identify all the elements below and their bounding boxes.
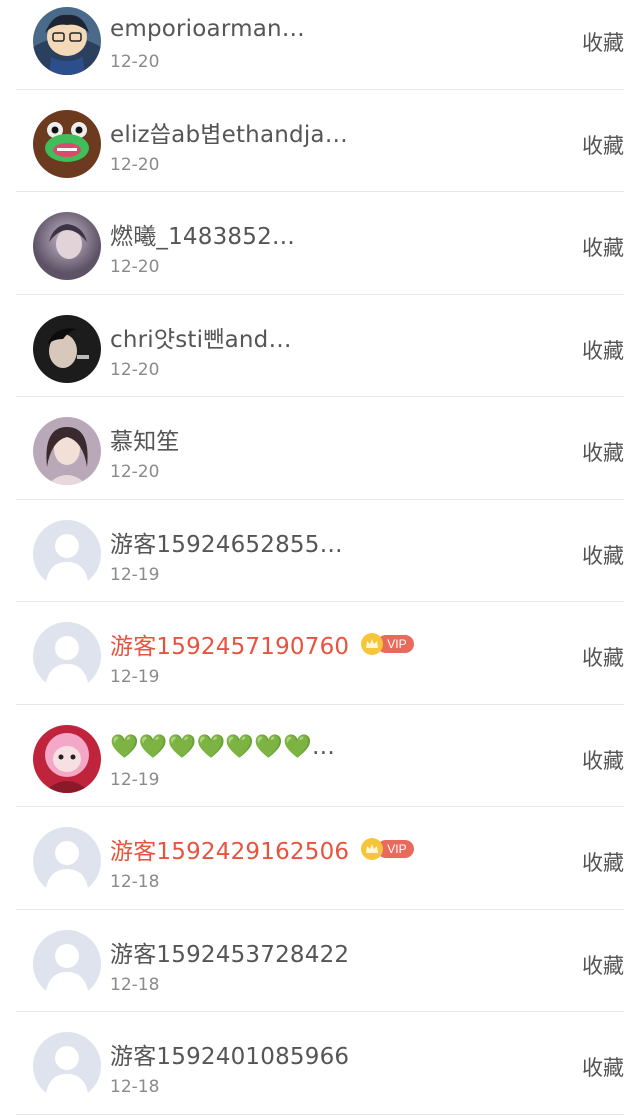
name-line: 游客1592429162506 VIP [110,832,414,866]
user-name[interactable]: 游客1592429162506 [110,832,349,866]
name-line: 游客15924652855… [110,525,343,559]
vip-badge: VIP [361,633,414,655]
date-label: 12-18 [110,872,160,892]
user-name[interactable]: 💚💚💚💚💚💚💚… [110,733,335,760]
favorite-button[interactable]: 收藏 [582,847,624,877]
name-line: 燃曦_1483852… [110,217,295,251]
date-label: 12-19 [110,667,160,687]
list-item[interactable]: 游客1592457190760 VIP 12-19 收藏 [16,602,624,705]
name-line: chri얏sti뺀and… [110,320,292,354]
default-avatar[interactable] [33,1032,101,1100]
name-line: eliz씁ab볍ethandja… [110,115,348,149]
crown-icon [361,633,384,655]
list-item[interactable]: 游客1592401085966 12-18 收藏 [16,1012,624,1115]
date-label: 12-19 [110,769,160,790]
favorite-button[interactable]: 收藏 [582,437,624,467]
list-item[interactable]: 游客1592429162506 VIP 12-18 收藏 [16,807,624,910]
user-name[interactable]: emporioarman… [110,16,305,42]
user-name[interactable]: 燃曦_1483852… [110,217,295,251]
list-item[interactable]: eliz씁ab볍ethandja… 12-20 收藏 [16,90,624,192]
user-name[interactable]: 游客15924652855… [110,525,343,559]
favorites-list: emporioarman… 12-20 收藏 eliz씁ab볍ethandja…… [0,0,640,1115]
frog-avatar[interactable] [33,109,101,178]
photo-avatar[interactable] [33,314,101,383]
list-item[interactable]: 游客15924652855… 12-19 收藏 [16,500,624,602]
favorite-button[interactable]: 收藏 [582,642,624,672]
photo-avatar[interactable] [33,417,101,485]
name-line: emporioarman… [110,14,305,44]
name-line: 游客1592401085966 [110,1037,349,1071]
name-line: 游客1592453728422 [110,935,349,969]
date-label: 12-18 [110,1077,160,1097]
default-avatar[interactable] [33,929,101,998]
name-line: 慕知笙 [110,422,180,456]
date-label: 12-18 [110,974,160,995]
date-label: 12-20 [110,257,160,277]
name-line: 游客1592457190760 VIP [110,627,414,661]
favorite-button[interactable]: 收藏 [582,232,624,262]
date-label: 12-20 [110,359,160,380]
date-label: 12-20 [110,462,160,482]
photo-avatar[interactable] [33,212,101,280]
list-item[interactable]: 慕知笙 12-20 收藏 [16,397,624,500]
favorite-button[interactable]: 收藏 [582,1052,624,1082]
user-name[interactable]: 慕知笙 [110,422,180,456]
date-label: 12-20 [110,154,160,175]
favorite-button[interactable]: 收藏 [582,130,624,160]
crown-icon [361,838,384,860]
vip-badge: VIP [361,838,414,860]
favorite-button[interactable]: 收藏 [582,335,624,365]
user-name[interactable]: 游客1592401085966 [110,1037,349,1071]
user-name[interactable]: 游客1592457190760 [110,627,349,661]
user-name[interactable]: eliz씁ab볍ethandja… [110,115,348,149]
default-avatar[interactable] [33,827,101,895]
default-avatar[interactable] [33,519,101,588]
user-name[interactable]: 游客1592453728422 [110,935,349,969]
name-line: 💚💚💚💚💚💚💚… [110,732,335,762]
list-item[interactable]: 游客1592453728422 12-18 收藏 [16,910,624,1012]
favorite-button[interactable]: 收藏 [582,27,624,57]
list-item[interactable]: chri얏sti뺀and… 12-20 收藏 [16,295,624,397]
list-item[interactable]: 燃曦_1483852… 12-20 收藏 [16,192,624,295]
anime-avatar[interactable] [33,7,101,75]
list-item[interactable]: emporioarman… 12-20 收藏 [16,0,624,90]
date-label: 12-19 [110,564,160,585]
date-label: 12-20 [110,52,160,72]
default-avatar[interactable] [33,622,101,690]
list-item[interactable]: 💚💚💚💚💚💚💚… 12-19 收藏 [16,705,624,807]
photo-avatar[interactable] [33,724,101,793]
user-name[interactable]: chri얏sti뺀and… [110,320,292,354]
favorite-button[interactable]: 收藏 [582,950,624,980]
favorite-button[interactable]: 收藏 [582,745,624,775]
favorite-button[interactable]: 收藏 [582,540,624,570]
